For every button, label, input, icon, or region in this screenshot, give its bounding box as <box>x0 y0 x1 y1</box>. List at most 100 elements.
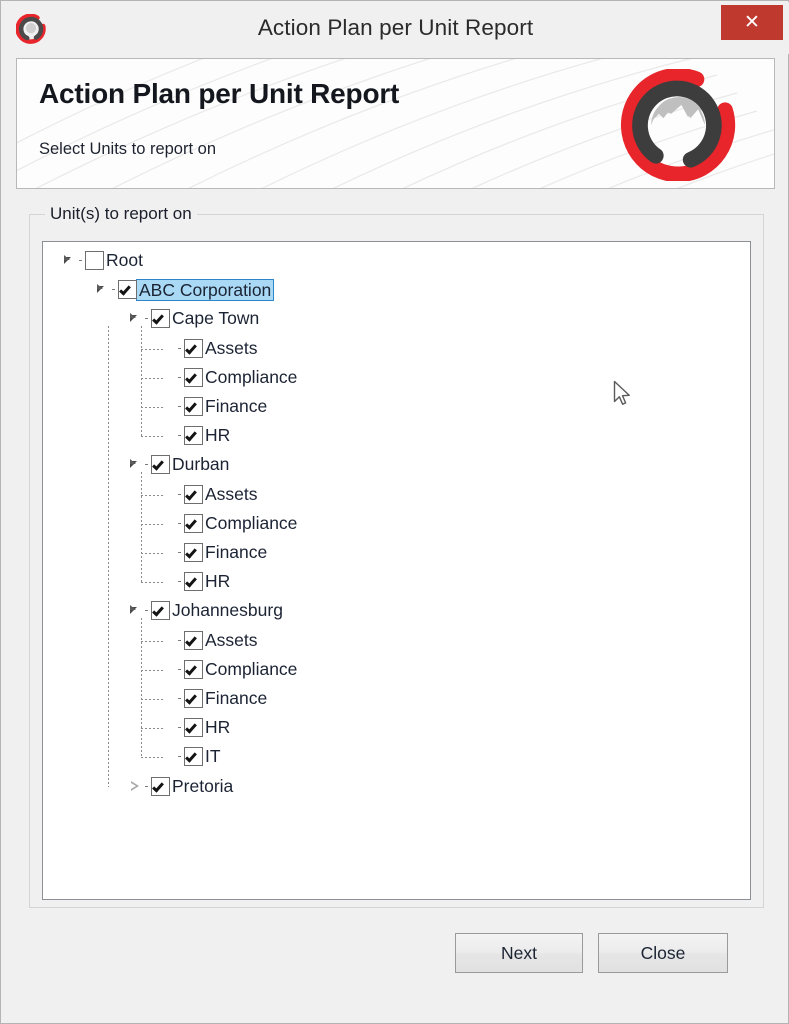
next-button[interactable]: Next <box>455 933 583 973</box>
tree-connector-line <box>141 348 163 350</box>
tree-node-label: HR <box>205 717 231 738</box>
tree-node[interactable]: Compliance <box>161 655 299 684</box>
tree-node-checkbox[interactable] <box>184 513 203 533</box>
tree-connector-dot <box>177 538 184 567</box>
title-bar: Action Plan per Unit Report ✕ <box>2 2 789 54</box>
tree-node[interactable]: HR <box>161 567 232 596</box>
tree-node-checkbox[interactable] <box>184 630 203 650</box>
tree-node-checkbox[interactable] <box>184 659 203 679</box>
tree-node[interactable]: Finance <box>161 538 269 567</box>
tree-connector-dot <box>177 363 184 392</box>
tree-node-label: Cape Town <box>172 308 260 329</box>
tree-node[interactable]: HR <box>161 421 232 450</box>
tree-connector-line <box>141 553 163 554</box>
tree-node[interactable]: Assets <box>161 334 260 363</box>
tree-node-label: Root <box>106 250 143 270</box>
tree-node[interactable]: Cape Town <box>128 304 261 333</box>
banner-title: Action Plan per Unit Report <box>39 78 400 109</box>
tree-node-label: Pretoria <box>172 775 234 796</box>
tree-connector-line <box>141 582 163 584</box>
next-button-label: Next <box>501 942 537 963</box>
tree-connector-line <box>141 618 142 758</box>
tree-expand-arrow-icon[interactable] <box>128 772 144 801</box>
tree-node-label: Assets <box>205 483 258 504</box>
tree-node-checkbox[interactable] <box>184 747 203 767</box>
tree-collapse-arrow-icon[interactable] <box>95 275 111 304</box>
tree-node[interactable]: Compliance <box>161 363 299 392</box>
tree-expander-spacer <box>161 421 177 450</box>
tree-connector-dot <box>177 567 184 596</box>
tree-connector-dot <box>177 626 184 655</box>
tree-connector-line <box>141 757 163 759</box>
tree-connector-dot <box>177 655 184 684</box>
close-button[interactable]: Close <box>598 933 728 973</box>
tree-node[interactable]: Finance <box>161 684 269 713</box>
tree-node-label: Compliance <box>205 512 298 533</box>
tree-node-checkbox[interactable] <box>151 601 170 621</box>
tree-connector-dot <box>177 684 184 713</box>
tree-node[interactable]: IT <box>161 742 223 771</box>
tree-connector-line <box>141 407 163 408</box>
unit-tree-view[interactable]: Root ABC Corporation Cape Town Assets Compli… <box>42 241 751 900</box>
tree-expander-spacer <box>161 626 177 655</box>
tree-connector-line <box>141 640 163 642</box>
tree-expander-spacer <box>161 655 177 684</box>
window-title: Action Plan per Unit Report <box>257 15 534 40</box>
tree-node-checkbox[interactable] <box>85 251 104 270</box>
tree-node-checkbox[interactable] <box>184 543 203 562</box>
tree-rows-container: Root ABC Corporation Cape Town Assets Compli… <box>43 242 750 899</box>
tree-connector-line <box>141 669 163 671</box>
tree-node-checkbox[interactable] <box>184 572 203 592</box>
tree-node-checkbox[interactable] <box>151 776 170 796</box>
tree-node-label: Johannesburg <box>172 600 283 621</box>
dialog-window: Action Plan per Unit Report ✕ Action Pla… <box>0 0 789 1024</box>
tree-node-checkbox[interactable] <box>184 397 203 416</box>
tree-node[interactable]: Johannesburg <box>128 596 285 625</box>
tree-node-checkbox[interactable] <box>151 455 170 475</box>
tree-node-checkbox[interactable] <box>184 718 203 738</box>
tree-connector-dot <box>177 713 184 742</box>
tree-expander-spacer <box>161 392 177 421</box>
close-window-button[interactable]: ✕ <box>721 5 783 40</box>
tree-node-label: Finance <box>205 688 268 708</box>
tree-connector-dot <box>144 772 151 801</box>
tree-node-label: HR <box>205 425 231 446</box>
tree-node-label: ABC Corporation <box>136 278 275 301</box>
groupbox-legend: Unit(s) to report on <box>45 204 197 224</box>
tree-collapse-arrow-icon[interactable] <box>62 246 78 275</box>
tree-node-label: Assets <box>205 629 258 650</box>
tree-node[interactable]: Root <box>62 246 145 275</box>
tree-node-checkbox[interactable] <box>184 689 203 708</box>
tree-node-checkbox[interactable] <box>118 280 137 300</box>
tree-connector-dot <box>177 480 184 509</box>
tree-node[interactable]: Compliance <box>161 509 299 538</box>
tree-node-checkbox[interactable] <box>184 426 203 446</box>
tree-node[interactable]: Finance <box>161 392 269 421</box>
tree-node-checkbox[interactable] <box>184 338 203 358</box>
tree-node-checkbox[interactable] <box>151 309 170 329</box>
tree-connector-dot <box>78 246 85 275</box>
tree-connector-line <box>141 436 163 438</box>
tree-connector-dot <box>177 392 184 421</box>
close-icon: ✕ <box>744 12 760 33</box>
tree-expander-spacer <box>161 713 177 742</box>
tree-node[interactable]: HR <box>161 713 232 742</box>
tree-expander-spacer <box>161 509 177 538</box>
tree-connector-line <box>108 326 109 787</box>
tree-connector-line <box>141 472 142 583</box>
tree-node-label: Finance <box>205 542 268 562</box>
tree-connector-dot <box>111 275 118 304</box>
company-swirl-logo-icon <box>620 67 736 183</box>
tree-expander-spacer <box>161 742 177 771</box>
tree-node[interactable]: Assets <box>161 626 260 655</box>
tree-node-checkbox[interactable] <box>184 484 203 504</box>
tree-node[interactable]: Assets <box>161 480 260 509</box>
tree-node-label: Compliance <box>205 658 298 679</box>
tree-node[interactable]: Durban <box>128 450 231 479</box>
tree-connector-dot <box>177 334 184 363</box>
tree-node-checkbox[interactable] <box>184 367 203 387</box>
tree-node-label: Durban <box>172 454 230 475</box>
tree-expander-spacer <box>161 334 177 363</box>
tree-node[interactable]: Pretoria <box>128 772 235 801</box>
tree-node[interactable]: ABC Corporation <box>95 275 275 304</box>
